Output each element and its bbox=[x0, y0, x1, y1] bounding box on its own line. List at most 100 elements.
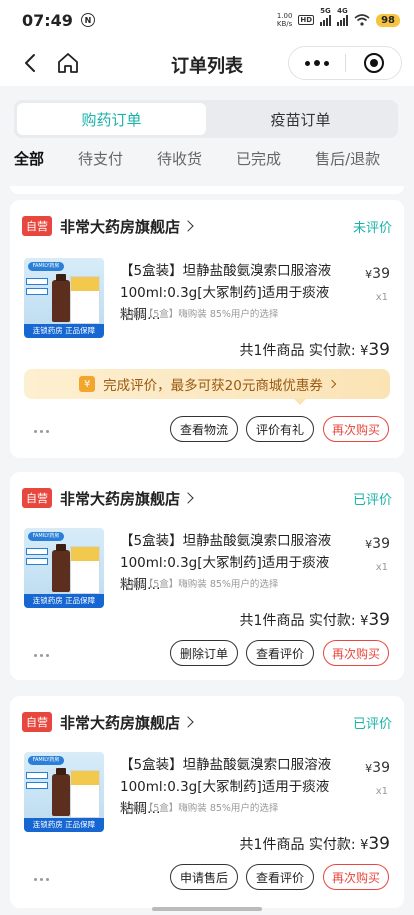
coupon-icon: ¥ bbox=[79, 376, 96, 392]
chevron-right-icon bbox=[182, 716, 194, 728]
total-amount: 39 bbox=[368, 610, 390, 630]
self-operated-badge: 自营 bbox=[22, 712, 52, 732]
product-qty: x1 bbox=[375, 562, 388, 573]
product-image[interactable]: FAMILY药房 连锁药房 正品保障 bbox=[24, 258, 104, 338]
more-actions-icon[interactable] bbox=[34, 430, 49, 433]
product-spec: 规格：【5盒】嗨购装 85%用户的选择 bbox=[120, 803, 279, 814]
status-tabs: 全部 待支付 待收货 已完成 售后/退款 bbox=[0, 148, 414, 182]
mini-program-capsule bbox=[288, 46, 402, 80]
product-spec: 规格：【5盒】嗨购装 85%用户的选择 bbox=[120, 309, 279, 320]
more-dot-icon bbox=[314, 60, 320, 66]
target-icon bbox=[363, 53, 384, 73]
product-spec: 规格：【5盒】嗨购装 85%用户的选择 bbox=[120, 579, 279, 590]
pharmacy-logo: FAMILY药房 bbox=[28, 262, 64, 271]
promo-text: 完成评价，最多可获20元商城优惠券 bbox=[103, 378, 323, 394]
price-value: 39 bbox=[372, 266, 390, 282]
product-qty: x1 bbox=[375, 292, 388, 303]
chevron-right-icon bbox=[182, 220, 194, 232]
total-label: 共1件商品 实付款: bbox=[239, 613, 356, 629]
shop-name[interactable]: 非常大药房旗舰店 bbox=[60, 712, 180, 733]
signal-4g-icon: 4G bbox=[337, 7, 349, 26]
close-mini-program-button[interactable] bbox=[346, 47, 401, 79]
guarantee-ribbon: 连锁药房 正品保障 bbox=[24, 324, 104, 338]
order-total: 共1件商品 实付款: ¥39 bbox=[240, 610, 390, 630]
total-label: 共1件商品 实付款: bbox=[239, 343, 356, 359]
more-actions-icon[interactable] bbox=[34, 878, 49, 881]
product-image[interactable]: FAMILY药房 连锁药房 正品保障 bbox=[24, 752, 104, 832]
guarantee-ribbon: 连锁药房 正品保障 bbox=[24, 594, 104, 608]
signal-5g-icon: 5G bbox=[320, 7, 332, 26]
segment-vaccine[interactable]: 疫苗订单 bbox=[206, 103, 395, 135]
hd-icon: HD bbox=[298, 15, 315, 25]
order-total: 共1件商品 实付款: ¥39 bbox=[240, 834, 390, 854]
pharmacy-logo: FAMILY药房 bbox=[28, 532, 64, 541]
review-status: 未评价 bbox=[352, 220, 392, 236]
tab-after-sales[interactable]: 售后/退款 bbox=[315, 148, 380, 182]
product-price: ¥39 bbox=[365, 760, 390, 776]
signal-5g-label: 5G bbox=[320, 6, 331, 15]
shop-row[interactable]: 自营 非常大药房旗舰店 已评价 bbox=[22, 486, 392, 510]
review-promo-banner[interactable]: ¥ 完成评价，最多可获20元商城优惠券 bbox=[24, 369, 390, 405]
self-operated-badge: 自营 bbox=[22, 216, 52, 236]
tab-completed[interactable]: 已完成 bbox=[236, 148, 281, 182]
view-review-button[interactable]: 查看评价 bbox=[246, 864, 314, 890]
more-actions-icon[interactable] bbox=[34, 654, 49, 657]
wifi-icon bbox=[354, 14, 370, 26]
buy-again-button[interactable]: 再次购买 bbox=[323, 416, 389, 442]
total-amount: 39 bbox=[368, 834, 390, 854]
more-dot-icon bbox=[324, 60, 329, 66]
review-reward-button[interactable]: 评价有礼 bbox=[246, 416, 314, 442]
segment-pharmacy[interactable]: 购药订单 bbox=[17, 103, 206, 135]
view-logistics-button[interactable]: 查看物流 bbox=[170, 416, 238, 442]
view-review-button[interactable]: 查看评价 bbox=[246, 640, 314, 666]
status-bar: 07:49 N 1.00 KB/s HD 5G 4G 98 bbox=[0, 0, 414, 40]
box-image bbox=[70, 770, 100, 818]
box-image bbox=[70, 546, 100, 594]
tab-all[interactable]: 全部 bbox=[14, 148, 44, 182]
product-price: ¥39 bbox=[365, 266, 390, 282]
battery-level: 98 bbox=[376, 13, 400, 27]
bottle-image bbox=[52, 768, 70, 816]
order-card[interactable]: 自营 非常大药房旗舰店 已评价 FAMILY药房 连锁药房 正品保障 【5盒装】… bbox=[10, 696, 404, 908]
tab-pending-payment[interactable]: 待支付 bbox=[78, 148, 123, 182]
bottle-image bbox=[52, 274, 70, 322]
product-image[interactable]: FAMILY药房 连锁药房 正品保障 bbox=[24, 528, 104, 608]
review-status: 已评价 bbox=[352, 716, 392, 732]
bottle-image bbox=[52, 544, 70, 592]
order-card[interactable]: 自营 非常大药房旗舰店 未评价 FAMILY药房 连锁药房 正品保障 【5盒装】… bbox=[10, 200, 404, 458]
total-amount: 39 bbox=[368, 340, 390, 360]
notification-icon: N bbox=[80, 13, 95, 27]
chevron-right-icon bbox=[327, 379, 337, 389]
total-label: 共1件商品 实付款: bbox=[239, 837, 356, 853]
price-value: 39 bbox=[372, 536, 390, 552]
home-icon[interactable] bbox=[56, 51, 80, 75]
more-menu-button[interactable] bbox=[289, 47, 345, 79]
previous-card-edge bbox=[10, 186, 404, 194]
tab-pending-receipt[interactable]: 待收货 bbox=[157, 148, 202, 182]
shop-row[interactable]: 自营 非常大药房旗舰店 已评价 bbox=[22, 710, 392, 734]
status-right: 1.00 KB/s HD 5G 4G 98 bbox=[277, 7, 400, 28]
net-speed: 1.00 KB/s bbox=[277, 12, 293, 28]
status-time: 07:49 bbox=[22, 10, 73, 30]
home-indicator bbox=[152, 907, 262, 911]
back-icon[interactable] bbox=[20, 52, 42, 74]
buy-again-button[interactable]: 再次购买 bbox=[323, 640, 389, 666]
review-status: 已评价 bbox=[352, 492, 392, 508]
buy-again-button[interactable]: 再次购买 bbox=[323, 864, 389, 890]
shop-name[interactable]: 非常大药房旗舰店 bbox=[60, 488, 180, 509]
nav-bar: 订单列表 bbox=[0, 40, 414, 86]
pharmacy-logo: FAMILY药房 bbox=[28, 756, 64, 765]
box-image bbox=[70, 276, 100, 324]
order-card[interactable]: 自营 非常大药房旗舰店 已评价 FAMILY药房 连锁药房 正品保障 【5盒装】… bbox=[10, 472, 404, 680]
signal-4g-label: 4G bbox=[337, 6, 348, 15]
product-qty: x1 bbox=[375, 786, 388, 797]
net-speed-value: 1.00 bbox=[276, 12, 293, 20]
shop-name[interactable]: 非常大药房旗舰店 bbox=[60, 216, 180, 237]
shop-row[interactable]: 自营 非常大药房旗舰店 未评价 bbox=[22, 214, 392, 238]
chevron-right-icon bbox=[182, 492, 194, 504]
delete-order-button[interactable]: 删除订单 bbox=[170, 640, 238, 666]
order-total: 共1件商品 实付款: ¥39 bbox=[240, 340, 390, 360]
more-dot-icon bbox=[305, 60, 310, 66]
net-speed-unit: KB/s bbox=[276, 20, 293, 28]
apply-after-sales-button[interactable]: 申请售后 bbox=[170, 864, 238, 890]
